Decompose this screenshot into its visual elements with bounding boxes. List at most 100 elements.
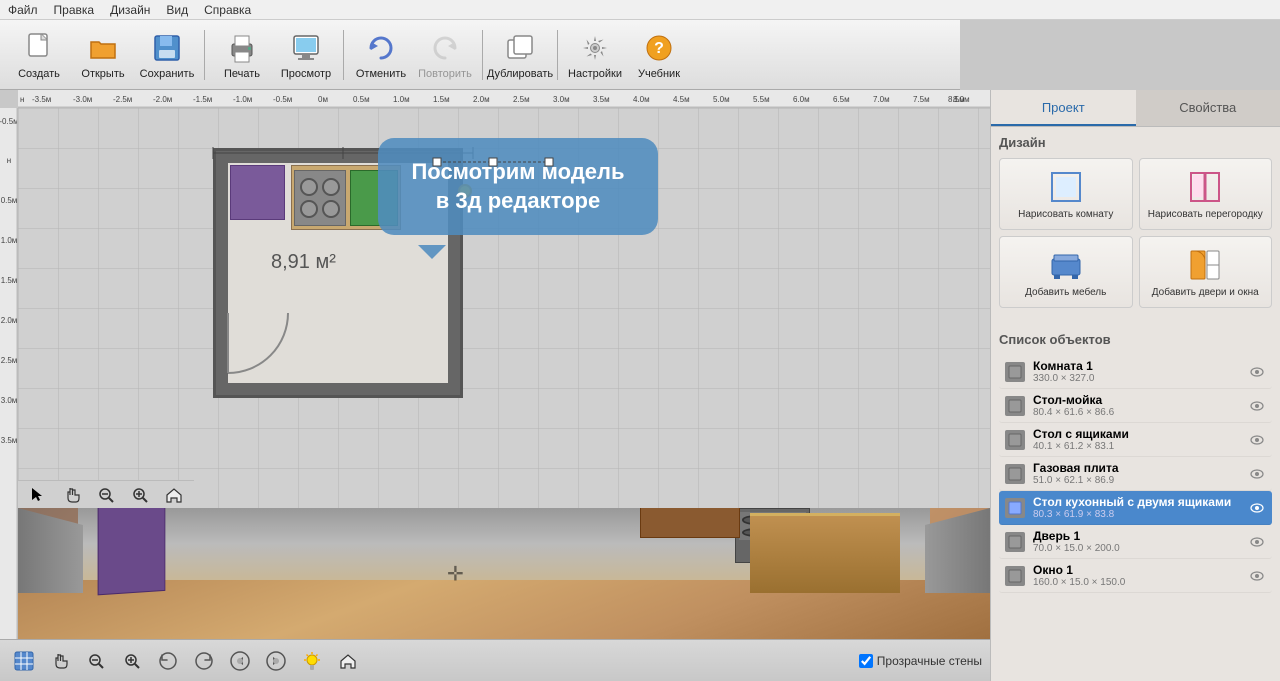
preview-button[interactable]: Просмотр — [275, 21, 337, 89]
draw-room-button[interactable]: Нарисовать комнату — [999, 158, 1133, 230]
menu-design[interactable]: Дизайн — [110, 3, 150, 17]
object-item-table-drawers[interactable]: Стол с ящиками 40.1 × 61.2 × 83.1 — [999, 423, 1272, 457]
open-button[interactable]: Открыть — [72, 21, 134, 89]
redo-icon — [427, 30, 463, 66]
purple-furniture[interactable] — [230, 165, 285, 220]
add-furniture-button[interactable]: Добавить мебель — [999, 236, 1133, 308]
transparent-walls-toggle[interactable]: Прозрачные стены — [859, 654, 982, 668]
svg-text:0м: 0м — [318, 95, 328, 104]
object-dims-kitchen-table-two-drawers: 80.3 × 61.9 × 83.8 — [1033, 509, 1240, 520]
svg-text:2.0м: 2.0м — [473, 95, 490, 104]
undo-button[interactable]: Отменить — [350, 21, 412, 89]
rotate-cw-button[interactable] — [188, 645, 220, 677]
sep2 — [343, 30, 344, 80]
svg-text:2.0м: 2.0м — [1, 316, 18, 325]
svg-text:0.5м: 0.5м — [353, 95, 370, 104]
draw-room-label: Нарисовать комнату — [1018, 209, 1113, 220]
select-tool-button[interactable] — [22, 479, 54, 511]
stove-top[interactable] — [294, 170, 346, 226]
help-icon: ? — [641, 30, 677, 66]
print-button[interactable]: Печать — [211, 21, 273, 89]
menu-file[interactable]: Файл — [8, 3, 38, 17]
menu-edit[interactable]: Правка — [54, 3, 95, 17]
plan-tools-top — [18, 480, 194, 508]
object-eye-room1[interactable] — [1248, 363, 1266, 381]
hand-tool-button[interactable] — [56, 479, 88, 511]
help-button[interactable]: ? Учебник — [628, 21, 690, 89]
svg-text:?: ? — [654, 40, 664, 57]
object-item-sink-table[interactable]: Стол-мойка 80.4 × 61.6 × 86.6 — [999, 389, 1272, 423]
object-info-window1: Окно 1 160.0 × 15.0 × 150.0 — [1033, 563, 1240, 588]
design-section: Дизайн Нарисовать комнату — [991, 127, 1280, 324]
tab-properties[interactable]: Свойства — [1136, 90, 1280, 126]
duplicate-button[interactable]: Дублировать — [489, 21, 551, 89]
zoom-out-icon — [97, 486, 115, 504]
save-button[interactable]: Сохранить — [136, 21, 198, 89]
add-doors-windows-icon — [1187, 247, 1223, 283]
print-label: Печать — [224, 68, 260, 80]
object-icon-table-drawers — [1005, 430, 1025, 450]
object-eye-gas-stove[interactable] — [1248, 465, 1266, 483]
rotate-ccw-button[interactable] — [152, 645, 184, 677]
redo-button[interactable]: Повторить — [414, 21, 476, 89]
svg-text:0.5м: 0.5м — [1, 196, 18, 205]
light-icon — [301, 650, 323, 672]
zoom-in-icon — [131, 486, 149, 504]
zoom-out-button[interactable] — [90, 479, 122, 511]
menu-help[interactable]: Справка — [204, 3, 251, 17]
object-dims-table-drawers: 40.1 × 61.2 × 83.1 — [1033, 441, 1240, 452]
light-button[interactable] — [296, 645, 328, 677]
pan-left-icon — [229, 650, 251, 672]
add-furniture-icon — [1048, 247, 1084, 283]
3d-view-area[interactable]: ✛ — [18, 508, 990, 639]
3d-home-button[interactable] — [332, 645, 364, 677]
object-item-window1[interactable]: Окно 1 160.0 × 15.0 × 150.0 — [999, 559, 1272, 593]
object-eye-sink-table[interactable] — [1248, 397, 1266, 415]
3d-zoom-in-button[interactable] — [116, 645, 148, 677]
object-item-door1[interactable]: Дверь 1 70.0 × 15.0 × 200.0 — [999, 525, 1272, 559]
3d-grid-button[interactable] — [8, 645, 40, 677]
sep3 — [482, 30, 483, 80]
bottom-toolbar: Прозрачные стены — [0, 639, 990, 681]
3d-zoom-out-button[interactable] — [80, 645, 112, 677]
add-doors-windows-button[interactable]: Добавить двери и окна — [1139, 236, 1273, 308]
svg-text:2.5м: 2.5м — [513, 95, 530, 104]
pan-right-icon — [265, 650, 287, 672]
svg-text:6.5м: 6.5м — [833, 95, 850, 104]
object-eye-table-drawers[interactable] — [1248, 431, 1266, 449]
menu-view[interactable]: Вид — [166, 3, 188, 17]
svg-text:н: н — [20, 95, 24, 104]
settings-button[interactable]: Настройки — [564, 21, 626, 89]
monitor-icon — [288, 30, 324, 66]
object-eye-window1[interactable] — [1248, 567, 1266, 585]
object-info-gas-stove: Газовая плита 51.0 × 62.1 × 86.9 — [1033, 461, 1240, 486]
object-icon-kitchen-table-two-drawers — [1005, 498, 1025, 518]
object-eye-door1[interactable] — [1248, 533, 1266, 551]
main-toolbar: Создать Открыть Сохранить Печать Просмот… — [0, 20, 960, 90]
zoom-in-button[interactable] — [124, 479, 156, 511]
2d-plan-area[interactable]: 8,91 м² Посмотрим модельв 3д редакторе — [18, 108, 990, 508]
pan-right-button[interactable] — [260, 645, 292, 677]
object-eye-kitchen-table-two-drawers[interactable] — [1248, 499, 1266, 517]
tab-project[interactable]: Проект — [991, 90, 1136, 126]
svg-text:-1.5м: -1.5м — [193, 95, 212, 104]
canvas-container[interactable]: н -3.5м -3.0м -2.5м -2.0м -1.5м -1.0м -0… — [0, 90, 990, 681]
home-view-button[interactable] — [158, 479, 190, 511]
pan-left-button[interactable] — [224, 645, 256, 677]
transparent-walls-checkbox[interactable] — [859, 654, 873, 668]
3d-hand-button[interactable] — [44, 645, 76, 677]
3d-counter — [750, 513, 900, 593]
object-item-room1[interactable]: Комната 1 330.0 × 327.0 — [999, 355, 1272, 389]
vertical-ruler: -0.5м н 0.5м 1.0м 1.5м 2.0м 2.5м 3.0м 3.… — [0, 108, 18, 639]
object-name-window1: Окно 1 — [1033, 563, 1240, 577]
duplicate-label: Дублировать — [487, 68, 553, 80]
object-name-table-drawers: Стол с ящиками — [1033, 427, 1240, 441]
create-button[interactable]: Создать — [8, 21, 70, 89]
svg-text:н: н — [7, 156, 11, 165]
svg-text:-2.0м: -2.0м — [153, 95, 172, 104]
object-item-kitchen-table-two-drawers[interactable]: Стол кухонный с двумя ящиками 80.3 × 61.… — [999, 491, 1272, 525]
svg-text:4.5м: 4.5м — [673, 95, 690, 104]
draw-partition-button[interactable]: Нарисовать перегородку — [1139, 158, 1273, 230]
menu-bar[interactable]: Файл Правка Дизайн Вид Справка — [0, 0, 1280, 20]
object-item-gas-stove[interactable]: Газовая плита 51.0 × 62.1 × 86.9 — [999, 457, 1272, 491]
